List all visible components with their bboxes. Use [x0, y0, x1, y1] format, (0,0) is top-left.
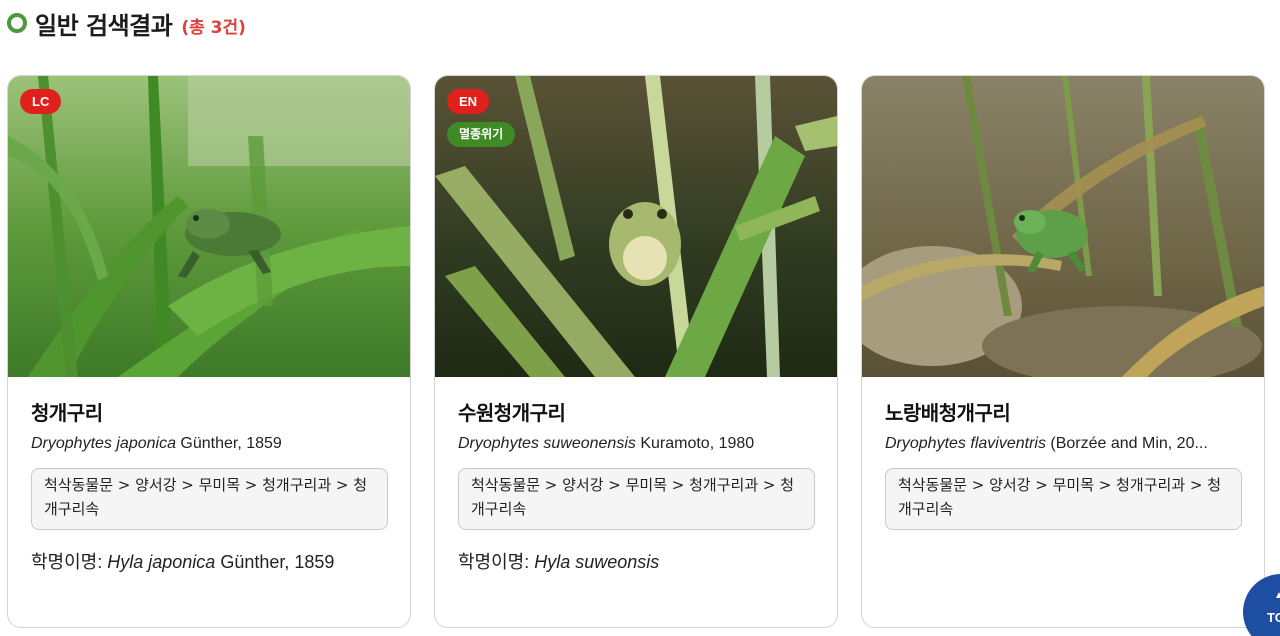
species-card[interactable]: 노랑배청개구리 Dryophytes flaviventris (Borzée …: [861, 75, 1265, 628]
species-photo[interactable]: [862, 76, 1264, 377]
section-title: 일반 검색결과: [35, 11, 173, 40]
scientific-name-italic: Dryophytes flaviventris: [885, 435, 1046, 452]
synonym-label: 학명이명:: [458, 552, 535, 572]
synonym: 학명이명: Hyla suweonsis: [458, 548, 815, 574]
scientific-name: Dryophytes suweonensis Kuramoto, 1980: [458, 435, 815, 453]
species-card[interactable]: EN 멸종위기 수원청개구리 Dryophytes suweonensis Ku…: [434, 75, 838, 628]
endangered-badge: 멸종위기: [447, 122, 516, 147]
synonym-name: Hyla japonica: [107, 552, 216, 572]
result-count: (총 3건): [181, 17, 246, 38]
circle-bullet-icon: [7, 13, 27, 33]
taxonomy-box: 척삭동물문 > 양서강 > 무미목 > 청개구리과 > 청개구리속: [458, 468, 815, 530]
scientific-name: Dryophytes japonica Günther, 1859: [31, 435, 388, 453]
synonym-name: Hyla suweonsis: [534, 552, 660, 572]
taxonomy-box: 척삭동물문 > 양서강 > 무미목 > 청개구리과 > 청개구리속: [885, 468, 1242, 530]
scroll-top-label: TOP: [1267, 610, 1280, 625]
arrow-up-icon: ▲: [1274, 590, 1280, 601]
scientific-author: (Borzée and Min, 20...: [1045, 435, 1208, 452]
species-card[interactable]: LC 청개구리 Dryophytes japonica Günther, 185…: [7, 75, 411, 628]
species-photo[interactable]: [8, 76, 410, 377]
species-name[interactable]: 노랑배청개구리: [885, 397, 1242, 426]
synonym-author: Günther, 1859: [215, 552, 335, 572]
section-header: 일반 검색결과 (총 3건): [7, 5, 246, 41]
species-name[interactable]: 수원청개구리: [458, 397, 815, 426]
synonym-label: 학명이명:: [31, 552, 108, 572]
species-name[interactable]: 청개구리: [31, 397, 388, 426]
scientific-name: Dryophytes flaviventris (Borzée and Min,…: [885, 435, 1242, 453]
scientific-author: Günther, 1859: [175, 435, 282, 452]
status-badge: EN: [447, 89, 490, 114]
synonym: 학명이명: Hyla japonica Günther, 1859: [31, 548, 388, 574]
scientific-name-italic: Dryophytes suweonensis: [458, 435, 636, 452]
status-badge: LC: [20, 89, 62, 114]
scientific-name-italic: Dryophytes japonica: [31, 435, 176, 452]
scientific-author: Kuramoto, 1980: [635, 435, 755, 452]
taxonomy-box: 척삭동물문 > 양서강 > 무미목 > 청개구리과 > 청개구리속: [31, 468, 388, 530]
